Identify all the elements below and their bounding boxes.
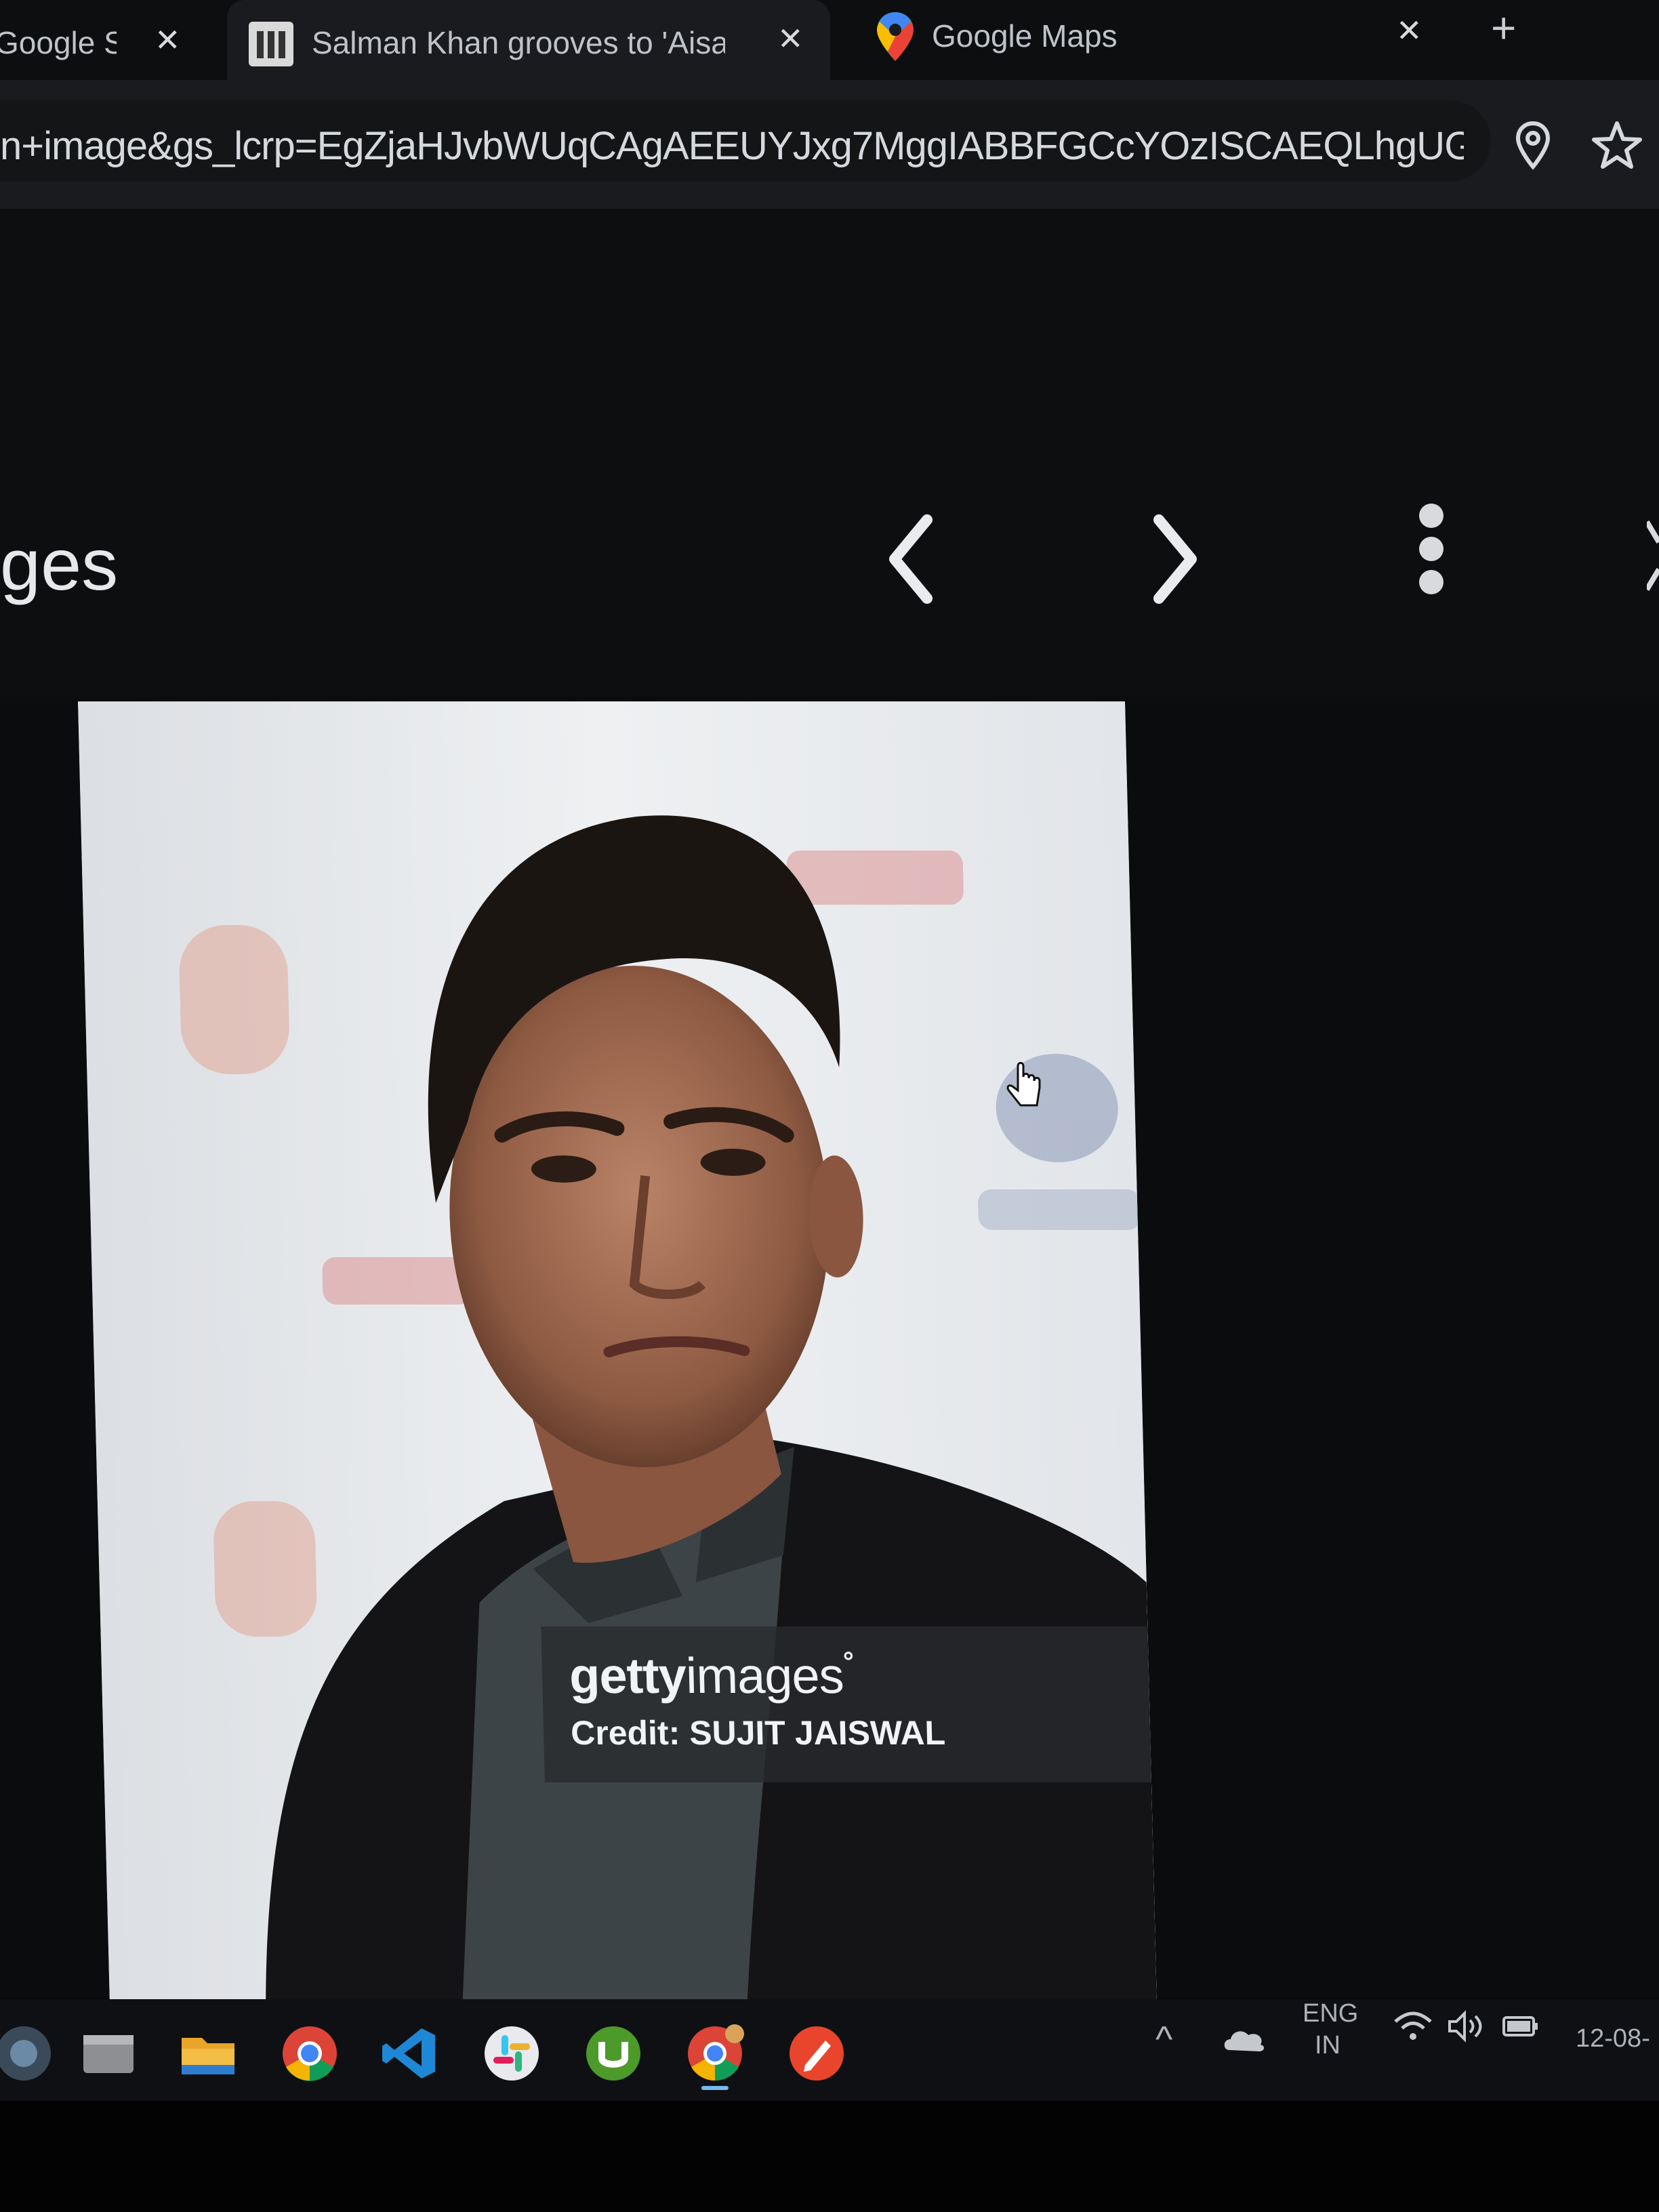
tab-title: Google S [0,25,117,60]
language-indicator[interactable]: ENG [1303,1999,1358,2028]
close-viewer-button[interactable] [1644,515,1659,596]
tab-close-button[interactable]: ✕ [155,22,181,58]
onedrive-cloud-icon[interactable] [1220,2023,1267,2057]
google-maps-icon [877,12,914,61]
tab-salman-khan[interactable]: Salman Khan grooves to 'Aisa ✕ [227,0,830,80]
battery-icon[interactable] [1501,2009,1542,2043]
hand-cursor-icon [1006,1062,1041,1107]
file-manager-icon[interactable] [78,2023,139,2084]
tab-close-button[interactable]: ✕ [1396,12,1422,49]
photo-credit: Credit: SUJIT JAISWAL [570,1714,946,1752]
chrome-profile-icon[interactable] [684,2023,745,2084]
viewer-header [0,209,1659,697]
bookmark-star-icon[interactable] [1591,119,1643,171]
page-heading: ges [0,523,119,605]
active-app-indicator [701,2086,729,2090]
monitor-bezel [0,2101,1659,2212]
portrait-photo [78,701,1158,2009]
tab-title: Google Maps [932,18,1118,54]
tab-close-button[interactable]: ✕ [777,20,804,57]
slack-icon[interactable] [481,2023,542,2084]
taskbar-date[interactable]: 12-08- [1576,2024,1650,2053]
start-icon[interactable] [0,2023,54,2084]
previous-image-button[interactable] [881,512,942,607]
preview-image[interactable]: gettyimages° Credit: SUJIT JAISWAL [78,701,1158,2009]
utorrent-icon[interactable] [583,2023,644,2084]
chrome-icon[interactable] [279,2023,340,2084]
address-bar-url[interactable]: n+image&gs_lcrp=EgZjaHJvbWUqCAgAEEUYJxg7… [0,123,1464,169]
pen-app-icon[interactable] [786,2023,847,2084]
news-site-favicon [249,22,293,66]
tab-strip: Google S ✕ Salman Khan grooves to 'Aisa … [0,0,1659,80]
tab-google-search[interactable]: Google S ✕ [0,0,217,80]
address-bar[interactable]: n+image&gs_lcrp=EgZjaHJvbWUqCAgAEEUYJxg7… [0,100,1491,182]
more-options-icon[interactable] [1411,498,1452,600]
tray-overflow-chevron[interactable]: ^ [1155,2018,1172,2060]
volume-icon[interactable] [1447,2009,1485,2043]
language-region: IN [1315,2031,1340,2060]
new-tab-button[interactable]: + [1491,3,1516,53]
getty-watermark: gettyimages° [569,1647,854,1704]
next-image-button[interactable] [1145,512,1206,607]
tab-title: Salman Khan grooves to 'Aisa [312,25,725,60]
wifi-icon[interactable] [1393,2009,1433,2043]
close-icon [1644,520,1659,592]
tab-google-maps[interactable]: Google Maps ✕ [861,0,1471,80]
folder-icon[interactable] [178,2023,239,2084]
location-pin-icon[interactable] [1513,119,1553,173]
vscode-icon[interactable] [380,2023,441,2084]
browser-toolbar: n+image&gs_lcrp=EgZjaHJvbWUqCAgAEEUYJxg7… [0,80,1659,209]
